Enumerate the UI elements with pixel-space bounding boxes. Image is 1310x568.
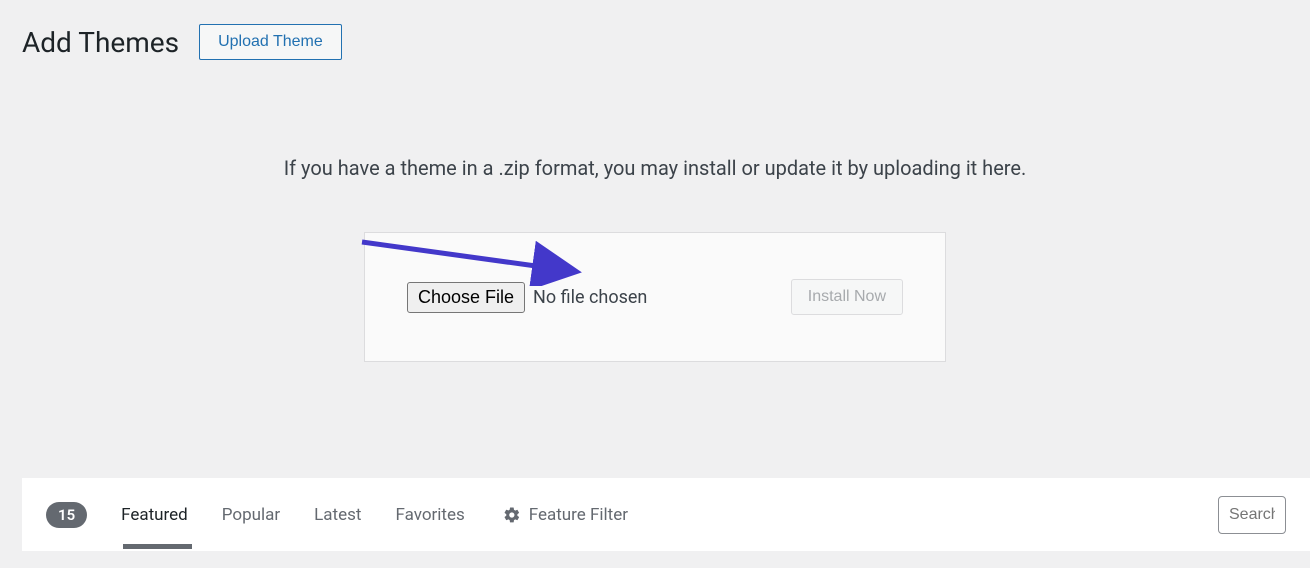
gear-icon bbox=[503, 506, 521, 524]
upload-info-text: If you have a theme in a .zip format, yo… bbox=[22, 156, 1288, 180]
install-now-button[interactable]: Install Now bbox=[791, 279, 903, 315]
no-file-chosen-text: No file chosen bbox=[533, 287, 647, 308]
feature-filter-button[interactable]: Feature Filter bbox=[503, 505, 628, 525]
tab-popular[interactable]: Popular bbox=[222, 483, 280, 547]
annotation-arrow-icon bbox=[357, 236, 592, 286]
upload-theme-button[interactable]: Upload Theme bbox=[199, 24, 342, 60]
upload-panel: If you have a theme in a .zip format, yo… bbox=[0, 70, 1310, 402]
tab-latest[interactable]: Latest bbox=[314, 483, 361, 547]
choose-file-button[interactable]: Choose File bbox=[407, 282, 525, 313]
filter-bar: 15 Featured Popular Latest Favorites Fea… bbox=[22, 478, 1310, 551]
file-chooser: Choose File No file chosen bbox=[407, 282, 647, 313]
feature-filter-label: Feature Filter bbox=[529, 505, 628, 525]
tab-favorites[interactable]: Favorites bbox=[395, 483, 464, 547]
tab-featured[interactable]: Featured bbox=[121, 483, 188, 547]
page-title: Add Themes bbox=[22, 26, 179, 59]
filter-tabs: Featured Popular Latest Favorites bbox=[121, 483, 465, 547]
search-input[interactable] bbox=[1218, 496, 1286, 534]
theme-count-badge: 15 bbox=[46, 502, 87, 528]
